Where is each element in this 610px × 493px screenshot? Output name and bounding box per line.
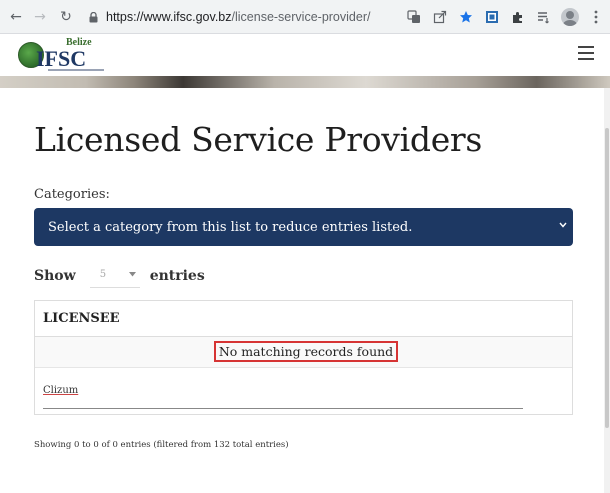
- hero-banner-image: [0, 76, 610, 88]
- reload-icon[interactable]: ↻: [56, 7, 76, 27]
- scrollbar-thumb[interactable]: [605, 128, 609, 428]
- forward-arrow-icon[interactable]: →: [30, 7, 50, 27]
- column-header-licensee[interactable]: LICENSEE: [43, 311, 120, 326]
- page-length-control: Show 5 entries: [34, 264, 205, 288]
- no-records-message: No matching records found: [214, 341, 398, 362]
- url-text[interactable]: https://www.ifsc.gov.bz/license-service-…: [106, 10, 370, 24]
- entries-label: entries: [149, 268, 205, 284]
- browser-actions: [398, 7, 606, 27]
- page-scrollbar[interactable]: [604, 88, 610, 493]
- entries-per-page-value: 5: [99, 269, 107, 280]
- extensions-icon[interactable]: [508, 7, 528, 27]
- browser-toolbar: ← → ↻ https://www.ifsc.gov.bz/license-se…: [0, 0, 610, 34]
- site-header: Belize IFSC: [0, 34, 610, 76]
- licensee-table: LICENSEE No matching records found Clizu…: [34, 300, 573, 415]
- entries-per-page-select[interactable]: 5: [89, 264, 140, 288]
- lock-icon[interactable]: [86, 10, 100, 24]
- column-filter-value: Clizum: [43, 385, 79, 396]
- caret-down-icon: [128, 270, 136, 279]
- translate-icon[interactable]: [404, 7, 424, 27]
- url-path: /license-service-provider/: [231, 10, 371, 24]
- avatar: [561, 8, 579, 26]
- categories-label: Categories:: [34, 187, 110, 202]
- screenshot-icon[interactable]: [482, 7, 502, 27]
- profile-avatar-icon[interactable]: [560, 7, 580, 27]
- bookmark-star-icon[interactable]: [456, 7, 476, 27]
- reading-list-icon[interactable]: [534, 7, 554, 27]
- page-title: Licensed Service Providers: [34, 120, 483, 159]
- share-icon[interactable]: [430, 7, 450, 27]
- logo-tagline-rule: [48, 69, 104, 71]
- table-header-row: LICENSEE: [35, 301, 572, 337]
- menu-bar: [578, 52, 594, 54]
- kebab-menu-icon[interactable]: [586, 7, 606, 27]
- category-select[interactable]: Select a category from this list to redu…: [34, 208, 573, 246]
- url-host: https://www.ifsc.gov.bz: [106, 10, 232, 24]
- chevron-down-icon: [559, 221, 567, 229]
- category-select-value: Select a category from this list to redu…: [48, 219, 413, 235]
- table-row: No matching records found: [35, 337, 572, 368]
- back-arrow-icon[interactable]: ←: [6, 7, 26, 27]
- menu-bar: [578, 58, 594, 60]
- ifsc-logo[interactable]: Belize IFSC: [18, 36, 108, 74]
- table-info: Showing 0 to 0 of 0 entries (filtered fr…: [34, 440, 289, 450]
- menu-bar: [578, 46, 594, 48]
- show-label: Show: [34, 268, 76, 284]
- hamburger-menu-icon[interactable]: [578, 46, 594, 60]
- column-filter-input[interactable]: Clizum: [43, 381, 523, 409]
